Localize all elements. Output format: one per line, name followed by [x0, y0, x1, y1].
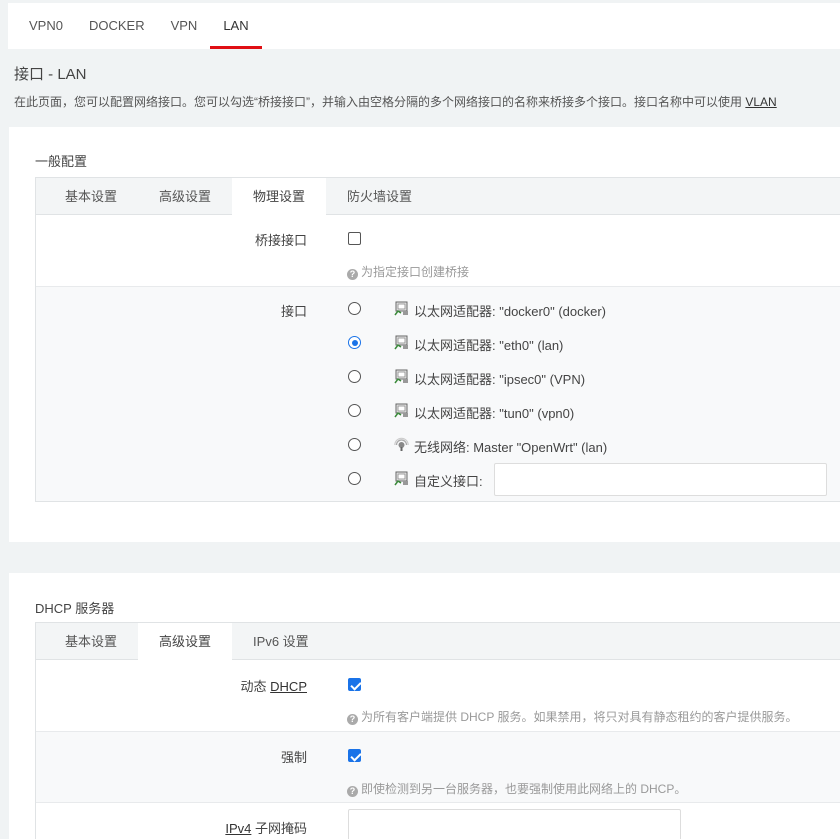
dynamic-dhcp-hint-text: 为所有客户端提供 DHCP 服务。如果禁用，将只对具有静态租约的客户提供服务。	[361, 710, 798, 724]
help-icon: ?	[347, 269, 358, 280]
interface-radio[interactable]	[348, 438, 361, 451]
force-hint-text: 即使检测到另一台服务器，也要强制使用此网络上的 DHCP。	[361, 782, 687, 796]
bridge-row: 桥接接口 ? 为指定接口创建桥接	[36, 215, 840, 286]
force-hint: ? 即使检测到另一台服务器，也要强制使用此网络上的 DHCP。	[347, 780, 686, 797]
page-title: 接口 - LAN	[14, 66, 87, 83]
dhcp-subtab-advanced[interactable]: 高级设置	[138, 623, 233, 661]
dhcp-subtab-basic[interactable]: 基本设置	[44, 623, 138, 659]
subtab-physical[interactable]: 物理设置	[232, 178, 327, 216]
subtab-firewall[interactable]: 防火墙设置	[326, 178, 433, 214]
netmask-label: IPv4 子网掩码	[225, 818, 307, 837]
ethernet-adapter-icon	[394, 471, 409, 486]
general-subtabs: 基本设置 高级设置 物理设置 防火墙设置	[35, 177, 840, 216]
ipv4-link[interactable]: IPv4	[225, 821, 251, 836]
dhcp-subtab-ipv6[interactable]: IPv6 设置	[232, 623, 330, 659]
interface-option-label: 以太网适配器: "docker0" (docker)	[414, 304, 606, 319]
top-tab-bar: VPN0 DOCKER VPN LAN	[8, 3, 840, 49]
dynamic-dhcp-checkbox[interactable]	[348, 678, 361, 691]
netmask-label-text: 子网掩码	[251, 821, 307, 836]
dhcp-subtabs: 基本设置 高级设置 IPv6 设置	[35, 622, 840, 661]
interface-option-label: 无线网络: Master "OpenWrt" (lan)	[414, 440, 608, 455]
dynamic-dhcp-row: 动态 DHCP ? 为所有客户端提供 DHCP 服务。如果禁用，将只对具有静态租约…	[36, 660, 840, 731]
force-checkbox[interactable]	[348, 749, 361, 762]
interface-radio[interactable]	[348, 336, 361, 349]
vlan-link[interactable]: VLAN	[745, 95, 776, 109]
bridge-hint: ? 为指定接口创建桥接	[347, 263, 469, 280]
help-icon: ?	[347, 786, 358, 797]
page-description-text: 在此页面，您可以配置网络接口。您可以勾选“桥接接口”，并输入由空格分隔的多个网络…	[14, 95, 746, 109]
ethernet-adapter-icon	[394, 403, 409, 418]
interface-radio[interactable]	[348, 302, 361, 315]
dhcp-advanced-body: 动态 DHCP ? 为所有客户端提供 DHCP 服务。如果禁用，将只对具有静态租约…	[35, 660, 840, 839]
force-label: 强制	[280, 750, 307, 765]
ethernet-adapter-icon	[394, 369, 409, 384]
bridge-hint-text: 为指定接口创建桥接	[361, 265, 470, 279]
bridge-label: 桥接接口	[254, 233, 307, 248]
dhcp-title: DHCP 服务器	[35, 601, 115, 616]
dhcp-server-panel: DHCP 服务器 基本设置 高级设置 IPv6 设置 动态 DHCP ? 为所有客…	[9, 573, 840, 839]
interface-row: 接口 以太网适配器: "docker0" (docker) 以太网适配器: "et…	[36, 286, 840, 501]
interface-label: 接口	[280, 304, 307, 319]
dynamic-dhcp-label-text: 动态	[240, 679, 271, 694]
force-row: 强制 ? 即使检测到另一台服务器，也要强制使用此网络上的 DHCP。	[36, 731, 840, 802]
tab-lan[interactable]: LAN	[210, 3, 262, 49]
interface-radio[interactable]	[348, 472, 361, 485]
general-config-title: 一般配置	[35, 154, 88, 169]
dynamic-dhcp-label: 动态 DHCP	[241, 676, 307, 695]
ethernet-adapter-icon	[394, 301, 409, 316]
tab-vpn0[interactable]: VPN0	[16, 3, 76, 49]
physical-settings-body: 桥接接口 ? 为指定接口创建桥接 接口 以太网适配器: "docker0" (do…	[35, 215, 840, 502]
tab-docker[interactable]: DOCKER	[76, 3, 158, 49]
general-config-panel: 一般配置 基本设置 高级设置 物理设置 防火墙设置 桥接接口 ? 为指定接口创建桥…	[9, 127, 840, 542]
ethernet-adapter-icon	[394, 335, 409, 350]
netmask-input[interactable]	[348, 809, 681, 839]
help-icon: ?	[347, 714, 358, 725]
dhcp-link[interactable]: DHCP	[270, 679, 307, 694]
interface-option-label: 以太网适配器: "eth0" (lan)	[414, 338, 564, 353]
bridge-checkbox[interactable]	[348, 232, 361, 245]
custom-interface-input[interactable]	[494, 463, 827, 496]
tab-vpn[interactable]: VPN	[158, 3, 211, 49]
page-description: 在此页面，您可以配置网络接口。您可以勾选“桥接接口”，并输入由空格分隔的多个网络…	[14, 93, 777, 110]
subtab-basic[interactable]: 基本设置	[44, 178, 138, 214]
interface-radio[interactable]	[348, 404, 361, 417]
dynamic-dhcp-hint: ? 为所有客户端提供 DHCP 服务。如果禁用，将只对具有静态租约的客户提供服务。	[347, 708, 797, 725]
wireless-icon	[394, 437, 409, 452]
subtab-advanced[interactable]: 高级设置	[138, 178, 232, 214]
interface-option-label: 自定义接口:	[414, 474, 483, 489]
interface-option-label: 以太网适配器: "ipsec0" (VPN)	[414, 372, 586, 387]
netmask-row: IPv4 子网掩码	[36, 802, 840, 839]
interface-radio[interactable]	[348, 370, 361, 383]
interface-option-label: 以太网适配器: "tun0" (vpn0)	[414, 406, 575, 421]
